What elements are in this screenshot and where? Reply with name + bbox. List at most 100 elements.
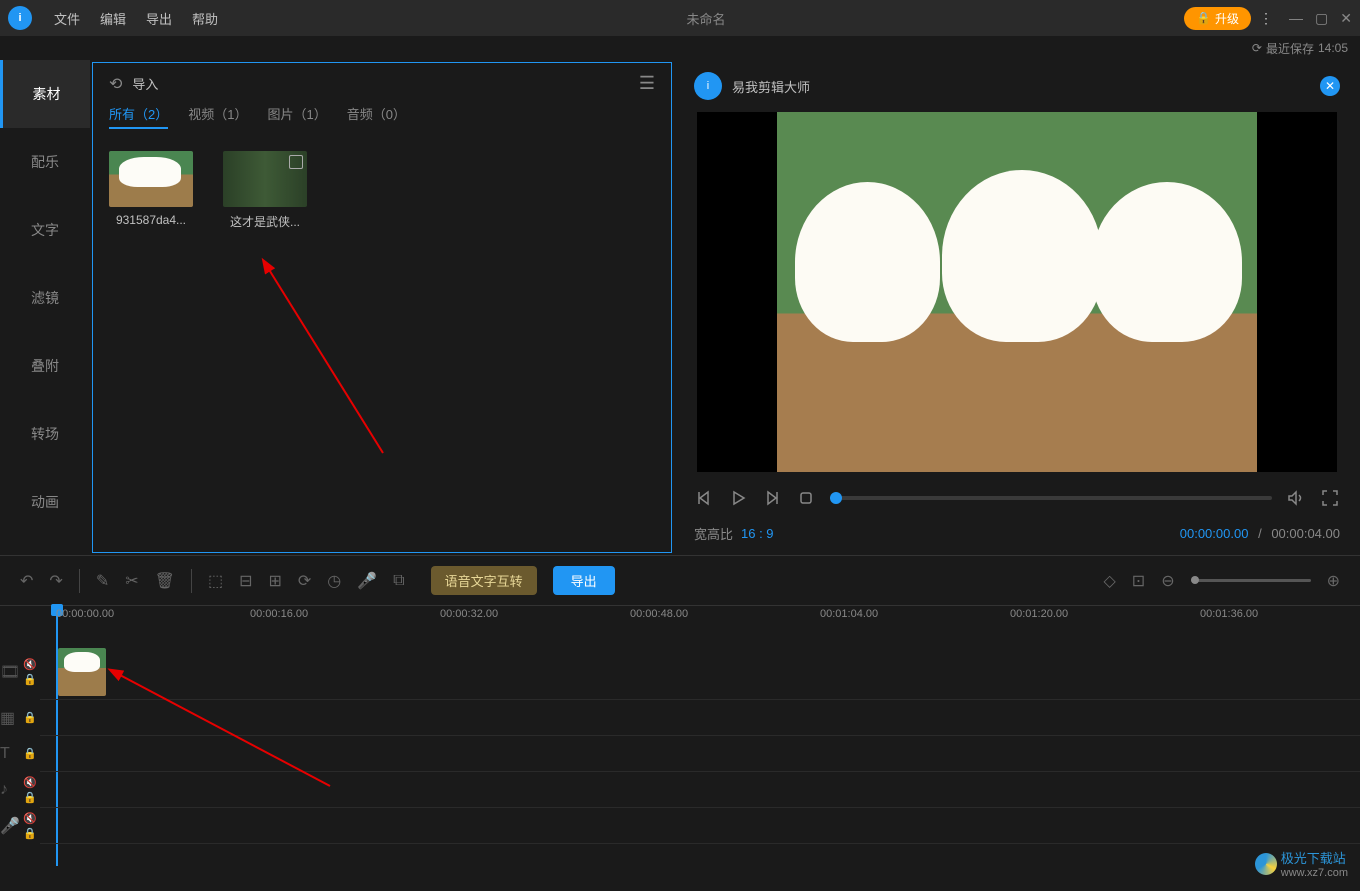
next-frame-button[interactable] [762, 488, 782, 508]
ruler-mark: 00:00:48.00 [630, 608, 688, 620]
more-icon[interactable]: ⋮ [1259, 10, 1273, 27]
maximize-button[interactable]: ▢ [1315, 10, 1328, 27]
tab-all[interactable]: 所有（2） [109, 104, 168, 129]
rotate-icon[interactable]: ⟳ [298, 571, 311, 591]
volume-icon[interactable] [1286, 488, 1306, 508]
watermark: 极光下载站 www.xz7.com [1255, 848, 1348, 879]
tab-audio[interactable]: 音频（0） [347, 104, 406, 129]
pip-icon[interactable]: ⧉ [393, 572, 404, 590]
progress-handle[interactable] [830, 492, 842, 504]
redo-icon[interactable]: ↷ [49, 571, 62, 591]
preview-video[interactable] [697, 112, 1337, 472]
lock-icon[interactable]: 🔒 [23, 791, 37, 804]
lock-icon[interactable]: 🔒 [23, 747, 37, 760]
sidebar-tab-music[interactable]: 配乐 [0, 128, 90, 196]
title-bar: i 文件 编辑 导出 帮助 未命名 🔒 升级 ⋮ — ▢ ✕ [0, 0, 1360, 36]
stop-button[interactable] [796, 488, 816, 508]
lock-icon: 🔒 [1196, 11, 1211, 25]
annotation-arrow-1 [263, 263, 393, 463]
sidebar-tab-filter[interactable]: 滤镜 [0, 264, 90, 332]
ruler-mark: 00:01:36.00 [1200, 608, 1258, 620]
save-icon: ⟳ [1252, 41, 1262, 55]
close-button[interactable]: ✕ [1340, 10, 1352, 27]
pip-track[interactable]: ▦ 🔒 [40, 700, 1360, 736]
mosaic-icon[interactable]: ⊞ [268, 571, 281, 591]
thumbnail-1 [109, 151, 193, 207]
media-item-2[interactable]: 这才是武侠... [223, 151, 307, 230]
timeline: 00:00:00.00 00:00:16.00 00:00:32.00 00:0… [0, 605, 1360, 844]
upgrade-button[interactable]: 🔒 升级 [1184, 7, 1251, 30]
aspect-label: 宽高比 [694, 524, 733, 543]
menu-edit[interactable]: 编辑 [90, 9, 136, 28]
list-view-icon[interactable]: ☰ [639, 73, 655, 94]
brand-name: 易我剪辑大师 [732, 77, 810, 96]
video-clip[interactable] [58, 648, 106, 696]
upgrade-label: 升级 [1215, 10, 1239, 27]
ruler-mark: 00:01:04.00 [820, 608, 878, 620]
fit-icon[interactable]: ⊡ [1132, 571, 1145, 591]
delete-icon[interactable]: 🗑 [155, 571, 175, 591]
time-total: 00:00:04.00 [1271, 526, 1340, 541]
time-separator: / [1258, 526, 1262, 541]
sidebar-tab-text[interactable]: 文字 [0, 196, 90, 264]
prev-frame-button[interactable] [694, 488, 714, 508]
media-item-1-label: 931587da4... [109, 213, 193, 227]
import-button[interactable]: 导入 [132, 74, 158, 93]
watermark-logo-icon [1255, 853, 1277, 875]
aspect-value[interactable]: 16 : 9 [741, 526, 774, 541]
fullscreen-icon[interactable] [1320, 488, 1340, 508]
sidebar-tab-overlay[interactable]: 叠附 [0, 332, 90, 400]
zoom-out-icon[interactable]: ⊖ [1161, 571, 1174, 591]
preview-panel: i 易我剪辑大师 ✕ 宽高比 16 : 9 00:00:00.00 / 00:0… [674, 60, 1360, 555]
video-track[interactable]: 🎞 🔇🔒 [40, 644, 1360, 700]
export-button[interactable]: 导出 [553, 566, 615, 595]
crop-icon[interactable]: ⬚ [208, 571, 223, 591]
media-item-1[interactable]: 931587da4... [109, 151, 193, 230]
media-item-2-label: 这才是武侠... [223, 213, 307, 230]
preview-close-button[interactable]: ✕ [1320, 76, 1340, 96]
minimize-button[interactable]: — [1289, 10, 1303, 27]
sidebar-tab-transition[interactable]: 转场 [0, 400, 90, 468]
mute-icon[interactable]: 🔇 [23, 812, 37, 825]
menu-file[interactable]: 文件 [44, 9, 90, 28]
timeline-ruler[interactable]: 00:00:00.00 00:00:16.00 00:00:32.00 00:0… [0, 606, 1360, 644]
menu-help[interactable]: 帮助 [182, 9, 228, 28]
ruler-mark: 00:00:32.00 [440, 608, 498, 620]
lock-icon[interactable]: 🔒 [23, 827, 37, 840]
audio-track[interactable]: ♪ 🔇🔒 [40, 772, 1360, 808]
sidebar-tab-animation[interactable]: 动画 [0, 468, 90, 536]
split-icon[interactable]: ⊟ [239, 571, 252, 591]
zoom-slider[interactable] [1191, 579, 1311, 582]
last-save-time: 14:05 [1318, 41, 1348, 55]
left-sidebar: 素材 配乐 文字 滤镜 叠附 转场 动画 [0, 60, 90, 555]
text-track[interactable]: T 🔒 [40, 736, 1360, 772]
menu-export[interactable]: 导出 [136, 9, 182, 28]
watermark-url: www.xz7.com [1281, 867, 1348, 879]
cut-icon[interactable]: ✂ [125, 571, 138, 591]
mute-icon[interactable]: 🔇 [23, 658, 37, 671]
ruler-mark: 00:00:16.00 [250, 608, 308, 620]
voice-icon[interactable]: 🎤 [357, 571, 377, 591]
lock-icon[interactable]: 🔒 [23, 673, 37, 686]
tab-video[interactable]: 视频（1） [188, 104, 247, 129]
progress-bar[interactable] [830, 496, 1272, 500]
watermark-text: 极光下载站 [1281, 848, 1348, 867]
lock-icon[interactable]: 🔒 [23, 711, 37, 724]
ruler-mark: 00:01:20.00 [1010, 608, 1068, 620]
undo-icon[interactable]: ↶ [20, 571, 33, 591]
zoom-in-icon[interactable]: ⊕ [1327, 571, 1340, 591]
last-save-label: 最近保存 [1266, 40, 1314, 57]
refresh-icon[interactable]: ⟲ [109, 74, 122, 94]
edit-icon[interactable]: ✎ [96, 571, 109, 591]
speed-icon[interactable]: ◷ [327, 571, 341, 591]
ruler-mark: 00:00:00.00 [56, 608, 114, 620]
voice-track[interactable]: 🎤 🔇🔒 [40, 808, 1360, 844]
sidebar-tab-media[interactable]: 素材 [0, 60, 90, 128]
project-title: 未命名 [228, 9, 1184, 28]
mute-icon[interactable]: 🔇 [23, 776, 37, 789]
voice-convert-button[interactable]: 语音文字互转 [431, 566, 537, 595]
marker-icon[interactable]: ◇ [1103, 571, 1115, 591]
play-button[interactable] [728, 488, 748, 508]
brand-logo-icon: i [694, 72, 722, 100]
tab-image[interactable]: 图片（1） [267, 104, 326, 129]
